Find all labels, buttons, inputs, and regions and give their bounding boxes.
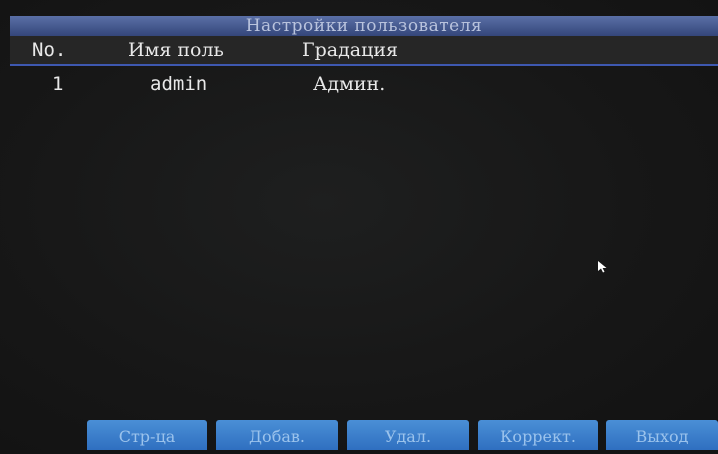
cell-username: admin (150, 73, 208, 95)
button-bar: Стр-ца Добав. Удал. Коррект. Выход (10, 412, 718, 450)
cell-no: 1 (52, 73, 64, 95)
page-button[interactable]: Стр-ца (87, 420, 207, 450)
table-header: No. Имя поль Градация (10, 36, 718, 66)
mouse-pointer-icon (598, 261, 607, 273)
edit-button[interactable]: Коррект. (478, 420, 598, 450)
cell-grade: Админ. (313, 73, 386, 95)
exit-button[interactable]: Выход (606, 420, 718, 450)
delete-button[interactable]: Удал. (347, 420, 469, 450)
table-row[interactable]: 1 admin Админ. (10, 70, 718, 98)
column-header-no: No. (32, 39, 67, 61)
window-title: Настройки пользователя (10, 16, 718, 36)
column-header-username: Имя поль (128, 39, 224, 61)
dvr-screen: Настройки пользователя No. Имя поль Град… (0, 0, 718, 450)
add-button[interactable]: Добав. (216, 420, 338, 450)
column-header-grade: Градация (302, 39, 398, 61)
